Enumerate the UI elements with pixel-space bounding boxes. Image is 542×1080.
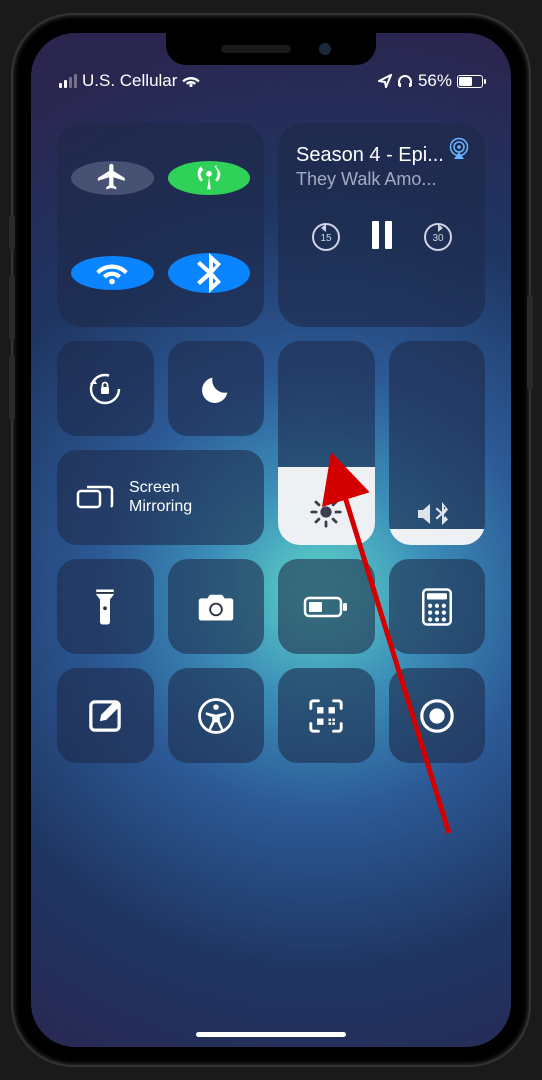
airplane-icon	[95, 161, 129, 195]
screen: U.S. Cellular 56%	[31, 33, 511, 1047]
moon-icon	[199, 372, 233, 406]
rotation-lock-button[interactable]	[57, 341, 154, 436]
airplay-icon[interactable]	[447, 137, 471, 159]
carrier-label: U.S. Cellular	[82, 71, 177, 91]
volume-bluetooth-icon	[389, 499, 486, 529]
brightness-slider[interactable]	[278, 341, 375, 545]
camera-icon	[196, 591, 236, 623]
compose-icon	[87, 698, 123, 734]
camera-button[interactable]	[168, 559, 265, 654]
cellular-signal-icon	[59, 74, 77, 88]
screen-recording-button[interactable]	[389, 668, 486, 763]
low-power-mode-button[interactable]	[278, 559, 375, 654]
connectivity-panel[interactable]	[57, 123, 264, 327]
battery-icon	[303, 594, 349, 620]
screen-mirroring-icon	[75, 481, 115, 515]
battery-percent-label: 56%	[418, 71, 452, 91]
accessibility-icon	[197, 697, 235, 735]
calculator-icon	[422, 588, 452, 626]
qr-code-icon	[307, 697, 345, 735]
status-bar: U.S. Cellular 56%	[31, 61, 511, 101]
iphone-frame: U.S. Cellular 56%	[13, 15, 529, 1065]
record-icon	[418, 697, 456, 735]
wifi-icon	[95, 256, 129, 290]
do-not-disturb-button[interactable]	[168, 341, 265, 436]
cellular-data-toggle[interactable]	[168, 161, 251, 195]
skip-forward-30-button[interactable]: 30	[421, 218, 455, 252]
svg-text:30: 30	[432, 233, 444, 244]
wifi-icon	[182, 74, 200, 88]
notes-button[interactable]	[57, 668, 154, 763]
media-panel[interactable]: Season 4 - Epi... They Walk Amo... 15 30	[278, 123, 485, 327]
rotation-lock-icon	[85, 369, 125, 409]
bluetooth-toggle[interactable]	[168, 253, 251, 293]
control-center: Season 4 - Epi... They Walk Amo... 15 30	[57, 123, 485, 763]
qr-scanner-button[interactable]	[278, 668, 375, 763]
headphones-icon	[397, 74, 413, 88]
notch	[166, 33, 376, 65]
airplane-mode-toggle[interactable]	[71, 161, 154, 195]
skip-back-15-button[interactable]: 15	[309, 218, 343, 252]
media-subtitle-label: They Walk Amo...	[296, 169, 467, 190]
battery-icon	[457, 75, 483, 88]
screen-mirroring-label: Screen Mirroring	[129, 479, 192, 516]
volume-slider[interactable]	[389, 341, 486, 545]
flashlight-button[interactable]	[57, 559, 154, 654]
brightness-icon	[278, 495, 375, 529]
accessibility-button[interactable]	[168, 668, 265, 763]
cellular-antenna-icon	[192, 161, 226, 195]
screen-mirroring-button[interactable]: Screen Mirroring	[57, 450, 264, 545]
svg-text:15: 15	[320, 233, 332, 244]
home-indicator[interactable]	[196, 1032, 346, 1037]
calculator-button[interactable]	[389, 559, 486, 654]
flashlight-icon	[92, 587, 118, 627]
bluetooth-icon	[195, 253, 223, 293]
pause-button[interactable]	[368, 219, 396, 251]
location-icon	[378, 74, 392, 88]
media-title-label: Season 4 - Epi...	[296, 143, 467, 167]
wifi-toggle[interactable]	[71, 256, 154, 290]
